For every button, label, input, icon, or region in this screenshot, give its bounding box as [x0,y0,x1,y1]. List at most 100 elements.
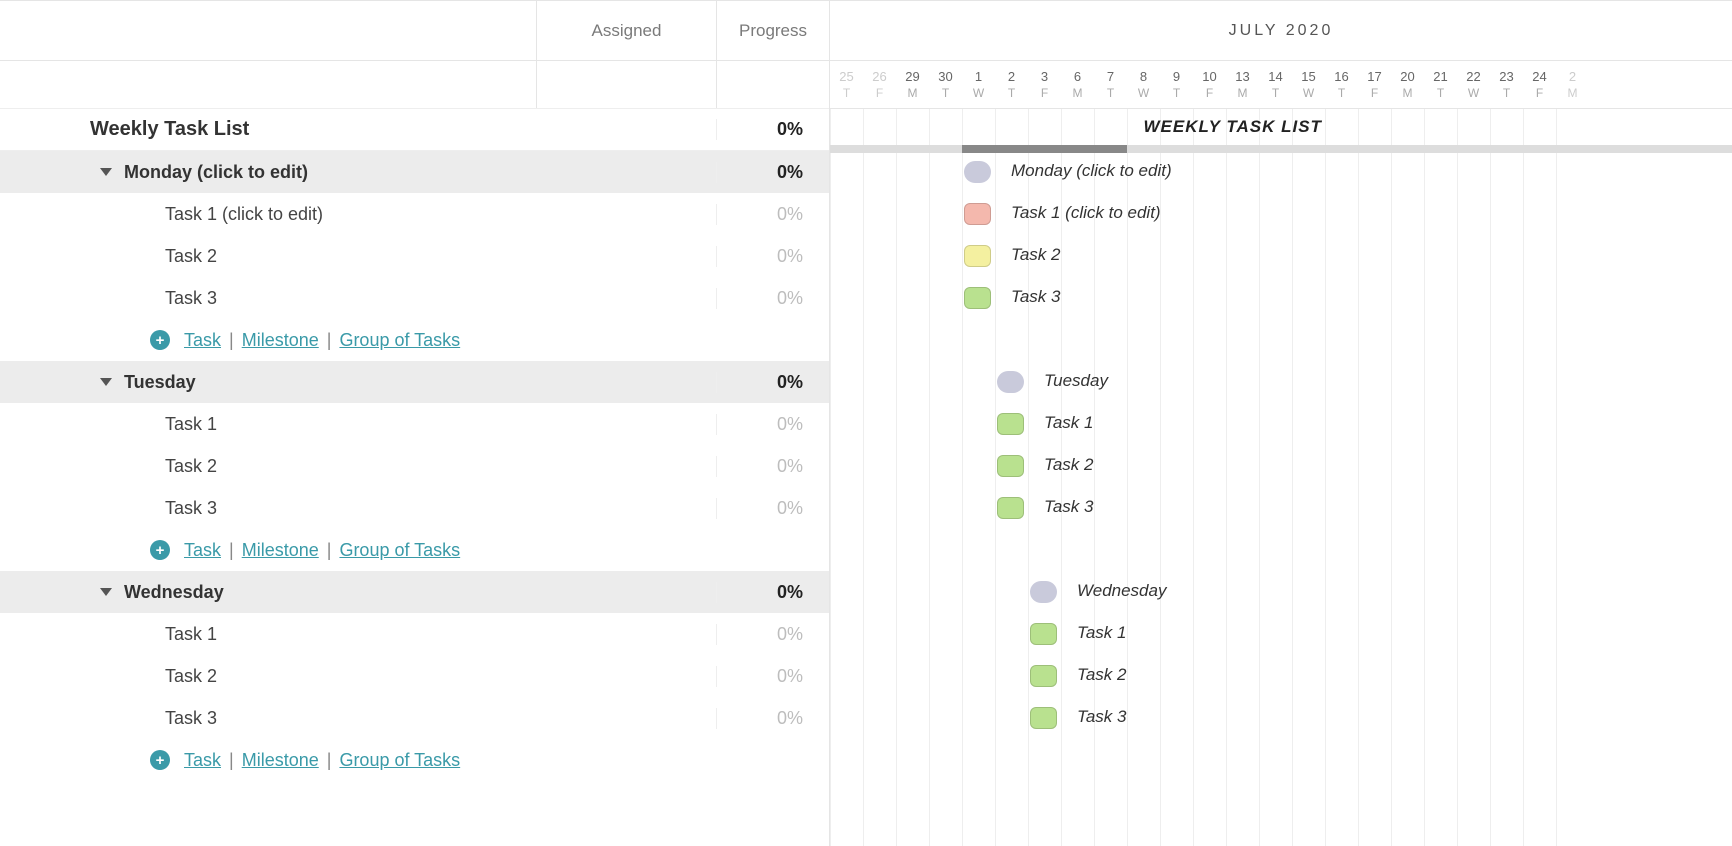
chevron-down-icon[interactable] [100,378,112,386]
date-col-3[interactable]: 3F [1028,61,1061,108]
task-row-1-1-name[interactable]: Task 2 [0,456,536,477]
plus-icon[interactable]: + [150,540,170,560]
column-header-progress[interactable]: Progress [716,1,829,60]
add-row[interactable]: +Task|Milestone|Group of Tasks [0,739,829,781]
task-row-1-0-progress[interactable]: 0% [716,414,829,435]
group-row-0-progress[interactable]: 0% [716,162,829,183]
task-row-0-0[interactable]: Task 1 (click to edit) 0% [0,193,829,235]
task-0-1-bar[interactable] [964,245,991,267]
add-group-link[interactable]: Group of Tasks [339,540,460,561]
task-row-0-1-name[interactable]: Task 2 [0,246,536,267]
task-row-0-1[interactable]: Task 2 0% [0,235,829,277]
column-header-assigned[interactable]: Assigned [536,1,716,60]
add-milestone-link[interactable]: Milestone [242,540,319,561]
timeline-scrollbar-thumb[interactable] [962,145,1127,153]
chevron-down-icon[interactable] [100,168,112,176]
task-row-0-0-progress[interactable]: 0% [716,204,829,225]
date-col-22[interactable]: 22W [1457,61,1490,108]
task-row-2-0-name[interactable]: Task 1 [0,624,536,645]
plus-icon[interactable]: + [150,330,170,350]
chevron-down-icon[interactable] [100,588,112,596]
task-row-1-0-name[interactable]: Task 1 [0,414,536,435]
task-row-2-1-name[interactable]: Task 2 [0,666,536,687]
add-row[interactable]: +Task|Milestone|Group of Tasks [0,529,829,571]
task-row-2-0[interactable]: Task 1 0% [0,613,829,655]
plus-icon[interactable]: + [150,750,170,770]
task-row-0-2[interactable]: Task 3 0% [0,277,829,319]
date-col-24[interactable]: 24F [1523,61,1556,108]
task-row-1-2-name[interactable]: Task 3 [0,498,536,519]
group-0-bar[interactable] [964,161,991,183]
task-2-2-bar[interactable] [1030,707,1057,729]
project-row-progress[interactable]: 0% [716,119,829,140]
add-row-name[interactable]: +Task|Milestone|Group of Tasks [0,750,536,771]
group-row-0[interactable]: Monday (click to edit) 0% [0,151,829,193]
group-row-2[interactable]: Wednesday 0% [0,571,829,613]
date-col-2[interactable]: 2M [1556,61,1589,108]
task-row-2-0-progress[interactable]: 0% [716,624,829,645]
task-row-2-2[interactable]: Task 3 0% [0,697,829,739]
date-col-13[interactable]: 13M [1226,61,1259,108]
date-col-10[interactable]: 10F [1193,61,1226,108]
date-col-16[interactable]: 16T [1325,61,1358,108]
task-2-1-bar[interactable] [1030,665,1057,687]
task-row-0-2-progress[interactable]: 0% [716,288,829,309]
task-row-2-2-name[interactable]: Task 3 [0,708,536,729]
add-milestone-link[interactable]: Milestone [242,750,319,771]
add-milestone-link[interactable]: Milestone [242,330,319,351]
group-2-bar[interactable] [1030,581,1057,603]
task-1-2-bar[interactable] [997,497,1024,519]
add-row-name[interactable]: +Task|Milestone|Group of Tasks [0,540,536,561]
project-row-name[interactable]: Weekly Task List [0,118,536,141]
date-col-14[interactable]: 14T [1259,61,1292,108]
date-col-21[interactable]: 21T [1424,61,1457,108]
task-row-1-2-progress[interactable]: 0% [716,498,829,519]
date-col-30[interactable]: 30T [929,61,962,108]
task-row-0-0-name[interactable]: Task 1 (click to edit) [0,204,536,225]
task-1-1-bar[interactable] [997,455,1024,477]
add-task-link[interactable]: Task [184,540,221,561]
task-row-0-2-name[interactable]: Task 3 [0,288,536,309]
date-col-17[interactable]: 17F [1358,61,1391,108]
date-col-6[interactable]: 6M [1061,61,1094,108]
group-1-bar[interactable] [997,371,1024,393]
project-row[interactable]: Weekly Task List 0% [0,109,829,151]
date-col-8[interactable]: 8W [1127,61,1160,108]
task-row-1-1-progress[interactable]: 0% [716,456,829,477]
task-1-0-bar[interactable] [997,413,1024,435]
group-row-1-progress[interactable]: 0% [716,372,829,393]
group-row-1-name[interactable]: Tuesday [0,372,536,393]
task-row-1-1[interactable]: Task 2 0% [0,445,829,487]
task-row-2-1-progress[interactable]: 0% [716,666,829,687]
add-group-link[interactable]: Group of Tasks [339,330,460,351]
add-row[interactable]: +Task|Milestone|Group of Tasks [0,319,829,361]
group-row-0-name[interactable]: Monday (click to edit) [0,162,536,183]
task-row-2-2-progress[interactable]: 0% [716,708,829,729]
task-row-1-0[interactable]: Task 1 0% [0,403,829,445]
group-row-1[interactable]: Tuesday 0% [0,361,829,403]
timeline-month-label: JULY 2020 [1229,22,1334,40]
date-col-29[interactable]: 29M [896,61,929,108]
task-row-0-1-progress[interactable]: 0% [716,246,829,267]
task-2-0-bar[interactable] [1030,623,1057,645]
task-row-2-1[interactable]: Task 2 0% [0,655,829,697]
timeline-body[interactable]: WEEKLY TASK LISTMonday (click to edit)Ta… [830,109,1732,846]
date-col-1[interactable]: 1W [962,61,995,108]
date-col-2[interactable]: 2T [995,61,1028,108]
date-col-25[interactable]: 25T [830,61,863,108]
add-row-name[interactable]: +Task|Milestone|Group of Tasks [0,330,536,351]
group-row-2-progress[interactable]: 0% [716,582,829,603]
date-col-7[interactable]: 7T [1094,61,1127,108]
task-0-0-bar[interactable] [964,203,991,225]
date-col-9[interactable]: 9T [1160,61,1193,108]
add-task-link[interactable]: Task [184,750,221,771]
task-row-1-2[interactable]: Task 3 0% [0,487,829,529]
date-col-26[interactable]: 26F [863,61,896,108]
date-col-23[interactable]: 23T [1490,61,1523,108]
date-col-20[interactable]: 20M [1391,61,1424,108]
group-row-2-name[interactable]: Wednesday [0,582,536,603]
date-col-15[interactable]: 15W [1292,61,1325,108]
task-0-2-bar[interactable] [964,287,991,309]
add-task-link[interactable]: Task [184,330,221,351]
add-group-link[interactable]: Group of Tasks [339,750,460,771]
